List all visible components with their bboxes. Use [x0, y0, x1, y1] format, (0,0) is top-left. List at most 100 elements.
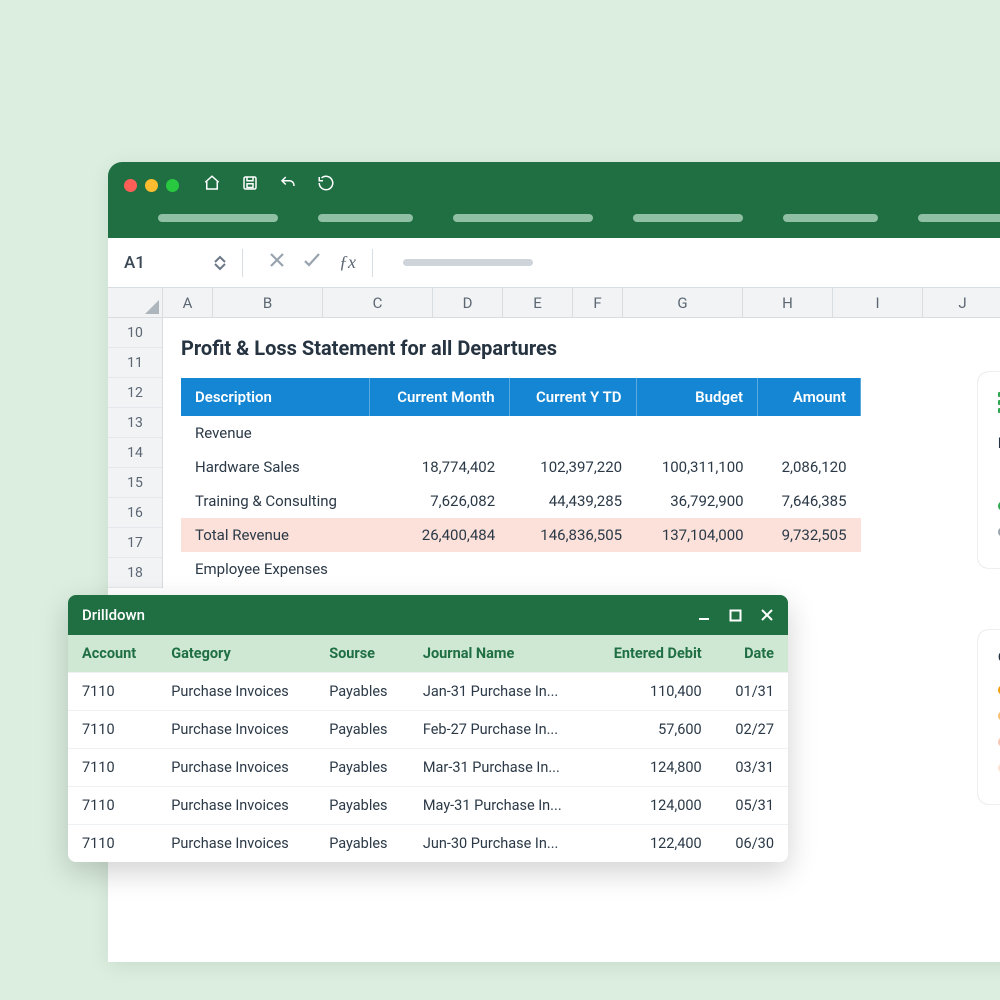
ribbon-tab[interactable]: [453, 214, 593, 222]
minimize-window-button[interactable]: [145, 179, 158, 192]
undo-icon[interactable]: [279, 174, 297, 196]
ribbon-tab[interactable]: [918, 214, 1000, 222]
ribbon-tab[interactable]: [783, 214, 878, 222]
row-header[interactable]: 17: [108, 528, 162, 558]
titlebar: [108, 162, 1000, 208]
close-icon[interactable]: [760, 608, 774, 622]
home-icon[interactable]: [203, 174, 221, 196]
row-header[interactable]: 18: [108, 558, 162, 588]
drilldown-cell: 01/31: [716, 673, 788, 711]
cancel-formula-icon[interactable]: [269, 252, 285, 273]
drilldown-column-header: Journal Name: [409, 635, 590, 673]
row-header[interactable]: 14: [108, 438, 162, 468]
maximize-window-button[interactable]: [166, 179, 179, 192]
drilldown-cell: Purchase Invoices: [157, 787, 315, 825]
profit-loss-table: DescriptionCurrent MonthCurrent Y TDBudg…: [181, 378, 861, 586]
pl-cell: 9,732,505: [758, 518, 861, 552]
drilldown-cell: Payables: [315, 787, 409, 825]
row-header[interactable]: 11: [108, 348, 162, 378]
cell-reference-input[interactable]: A1: [118, 249, 204, 277]
row-header[interactable]: 16: [108, 498, 162, 528]
drilldown-cell: 124,800: [590, 749, 716, 787]
table-row[interactable]: Revenue: [181, 416, 861, 450]
select-all-corner[interactable]: [108, 288, 163, 317]
drilldown-cell: 7110: [68, 825, 157, 863]
column-header[interactable]: J: [923, 288, 1000, 317]
row-header[interactable]: 15: [108, 468, 162, 498]
accept-formula-icon[interactable]: [303, 252, 321, 273]
drilldown-cell: 122,400: [590, 825, 716, 863]
column-header[interactable]: F: [573, 288, 623, 317]
drilldown-cell: Payables: [315, 825, 409, 863]
drilldown-column-header: Gategory: [157, 635, 315, 673]
drilldown-cell: 02/27: [716, 711, 788, 749]
drilldown-cell: 7110: [68, 787, 157, 825]
ribbon-tab[interactable]: [158, 214, 278, 222]
pl-cell: Employee Expenses: [181, 552, 369, 586]
column-header[interactable]: D: [433, 288, 503, 317]
pl-cell: 146,836,505: [509, 518, 636, 552]
pl-cell: 7,646,385: [758, 484, 861, 518]
drilldown-cell: Payables: [315, 749, 409, 787]
pl-column-header: Budget: [636, 378, 758, 416]
column-header[interactable]: C: [323, 288, 433, 317]
fx-icon[interactable]: ƒx: [339, 252, 356, 273]
row-header[interactable]: 12: [108, 378, 162, 408]
cell-reference-stepper[interactable]: [214, 255, 226, 271]
formula-bar: A1 ƒx: [108, 238, 1000, 288]
drilldown-column-header: Account: [68, 635, 157, 673]
spreadsheet-grid[interactable]: Profit & Loss Statement for all Departur…: [163, 318, 1000, 588]
column-headers: ABCDEFGHIJK: [108, 288, 1000, 318]
table-row[interactable]: Hardware Sales18,774,402102,397,220100,3…: [181, 450, 861, 484]
ribbon-tab[interactable]: [633, 214, 743, 222]
column-header[interactable]: H: [743, 288, 833, 317]
ribbon-tab[interactable]: [318, 214, 413, 222]
row-header[interactable]: 10: [108, 318, 162, 348]
drilldown-cell: 7110: [68, 673, 157, 711]
drilldown-cell: Purchase Invoices: [157, 673, 315, 711]
maximize-icon[interactable]: [729, 609, 742, 622]
pl-cell: [636, 552, 758, 586]
drilldown-cell: Purchase Invoices: [157, 749, 315, 787]
table-row[interactable]: Employee Expenses: [181, 552, 861, 586]
drilldown-cell: Feb-27 Purchase In...: [409, 711, 590, 749]
pl-column-header: Amount: [758, 378, 861, 416]
minimize-icon[interactable]: [697, 608, 711, 622]
drilldown-cell: 05/31: [716, 787, 788, 825]
column-header[interactable]: I: [833, 288, 923, 317]
column-header[interactable]: G: [623, 288, 743, 317]
report-title: Profit & Loss Statement for all Departur…: [181, 336, 1000, 360]
pl-cell: 2,086,120: [758, 450, 861, 484]
table-row[interactable]: Total Revenue26,400,484146,836,505137,10…: [181, 518, 861, 552]
pl-cell: [758, 416, 861, 450]
pl-cell: [369, 416, 509, 450]
pl-column-header: Current Month: [369, 378, 509, 416]
table-row[interactable]: 7110Purchase InvoicesPayablesJun-30 Purc…: [68, 825, 788, 863]
table-row[interactable]: 7110Purchase InvoicesPayablesJan-31 Purc…: [68, 673, 788, 711]
table-row[interactable]: 7110Purchase InvoicesPayablesMar-31 Purc…: [68, 749, 788, 787]
drilldown-cell: Mar-31 Purchase In...: [409, 749, 590, 787]
save-icon[interactable]: [241, 174, 259, 196]
column-header[interactable]: A: [163, 288, 213, 317]
traffic-lights: [124, 179, 179, 192]
row-header[interactable]: 13: [108, 408, 162, 438]
drilldown-cell: 06/30: [716, 825, 788, 863]
pl-cell: 36,792,900: [636, 484, 758, 518]
drilldown-column-header: Entered Debit: [590, 635, 716, 673]
close-window-button[interactable]: [124, 179, 137, 192]
table-row[interactable]: 7110Purchase InvoicesPayablesFeb-27 Purc…: [68, 711, 788, 749]
refresh-icon[interactable]: [317, 174, 335, 196]
pl-cell: Training & Consulting: [181, 484, 369, 518]
drilldown-cell: 03/31: [716, 749, 788, 787]
formula-input[interactable]: [403, 259, 533, 266]
drilldown-cell: Payables: [315, 673, 409, 711]
column-header[interactable]: B: [213, 288, 323, 317]
pl-cell: Hardware Sales: [181, 450, 369, 484]
drilldown-window: Drilldown AccountGategorySourseJournal N…: [68, 595, 788, 862]
column-header[interactable]: E: [503, 288, 573, 317]
drilldown-cell: 124,000: [590, 787, 716, 825]
pl-cell: 102,397,220: [509, 450, 636, 484]
table-row[interactable]: Training & Consulting7,626,08244,439,285…: [181, 484, 861, 518]
table-row[interactable]: 7110Purchase InvoicesPayablesMay-31 Purc…: [68, 787, 788, 825]
operational-expenses-card: Opeartional Exp TravelOccupancy ExAdvert…: [978, 630, 1000, 804]
